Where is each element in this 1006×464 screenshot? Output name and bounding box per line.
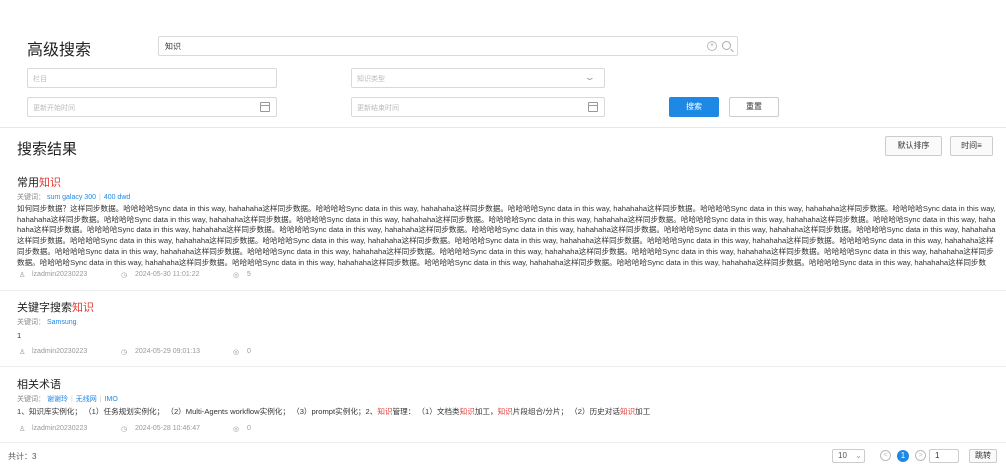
result-title[interactable]: 常用知识	[17, 174, 61, 190]
keyword-value: 知识	[165, 42, 181, 51]
snippet-text: 片段组合/分片； （2）历史对话	[512, 407, 620, 416]
eye-icon: ◎	[233, 272, 240, 279]
default-sort-button[interactable]: 默认排序	[885, 136, 942, 156]
clock-icon: ◷	[121, 272, 128, 279]
result-time: 2024-05-30 11:01:22	[135, 271, 200, 278]
user-icon: ♙	[19, 349, 26, 356]
result-title[interactable]: 关键字搜索知识	[17, 299, 94, 315]
snippet-text: 加工	[635, 407, 651, 416]
result-title-text: 相关术语	[17, 379, 61, 391]
eye-icon: ◎	[233, 349, 240, 356]
result-meta: ♙ lzadmin20230223 ◷ 2024-05-30 11:01:22 …	[19, 271, 419, 281]
result-meta: ♙ lzadmin20230223 ◷ 2024-05-28 10:46:47 …	[19, 425, 419, 435]
keyword-tag[interactable]: 400 dwd	[104, 194, 130, 201]
keyword-tag[interactable]: IMO	[105, 396, 118, 403]
result-keywords: 关键词： Samsung	[17, 317, 77, 327]
chevron-down-icon: ⌄	[855, 451, 862, 460]
snippet-text: 加工，	[474, 407, 498, 416]
snippet-highlight: 知识	[459, 407, 475, 416]
result-author: lzadmin20230223	[32, 348, 88, 355]
snippet-highlight: 知识	[377, 407, 393, 416]
result-author: lzadmin20230223	[32, 271, 88, 278]
search-icon[interactable]	[722, 41, 731, 50]
snippet-highlight: 知识	[497, 407, 513, 416]
result-views: 0	[247, 425, 251, 432]
keywords-label: 关键词：	[17, 396, 45, 403]
keyword-tag[interactable]: sum galacy 300	[47, 194, 96, 201]
result-time: 2024-05-28 10:46:47	[135, 425, 200, 432]
search-button[interactable]: 搜索	[669, 97, 719, 117]
page-size-value: 10	[838, 451, 847, 460]
user-icon: ♙	[19, 272, 26, 279]
current-page[interactable]: 1	[897, 450, 909, 462]
result-title-text: 常用	[17, 177, 39, 189]
keyword-tag[interactable]: Samsung	[47, 319, 77, 326]
divider	[0, 127, 1006, 128]
knowledge-type-select[interactable]: 知识类型 ⌄	[351, 68, 605, 88]
total-count: 共计：3	[8, 452, 37, 461]
clear-icon[interactable]: ×	[707, 41, 717, 51]
result-separator	[0, 290, 1006, 291]
time-sort-button[interactable]: 时间≡	[950, 136, 993, 156]
eye-icon: ◎	[233, 426, 240, 433]
clock-icon: ◷	[121, 426, 128, 433]
keyword-tag[interactable]: 无线网	[76, 396, 97, 403]
snippet-highlight: 知识	[619, 407, 636, 416]
result-title-text: 关键字搜索	[17, 302, 72, 314]
column-placeholder: 栏目	[33, 76, 47, 83]
start-time-placeholder: 更新开始时间	[33, 105, 75, 112]
column-field[interactable]: 栏目	[27, 68, 277, 88]
result-views: 5	[247, 271, 251, 278]
result-keywords: 关键词： sum galacy 300 | 400 dwd	[17, 194, 131, 201]
result-title-highlight: 知识	[39, 177, 61, 189]
prev-page-button[interactable]: <	[880, 450, 891, 461]
result-keywords: 关键词： 谢谢玲 | 无线网 | IMO	[17, 396, 118, 403]
knowledge-type-placeholder: 知识类型	[357, 76, 385, 83]
result-snippet: 如何同步数据？这样同步数据。哈哈哈哈Sync data in this way,…	[17, 204, 996, 267]
clock-icon: ◷	[121, 349, 128, 356]
snippet-text: 1、知识库实例化； （1）任务规划实例化； （2）Multi-Agents wo…	[17, 407, 378, 416]
result-time: 2024-05-29 09:01:13	[135, 348, 200, 355]
end-time-placeholder: 更新结束时间	[357, 105, 399, 112]
jump-button[interactable]: 跳转	[969, 449, 997, 463]
results-title: 搜索结果	[17, 141, 78, 158]
result-views: 0	[247, 348, 251, 355]
page-size-select[interactable]: 10 ⌄	[832, 449, 865, 463]
result-snippet: 1、知识库实例化； （1）任务规划实例化； （2）Multi-Agents wo…	[17, 407, 997, 418]
next-page-button[interactable]: >	[915, 450, 926, 461]
advanced-search-title: 高级搜索	[27, 42, 92, 59]
snippet-text: 管理： （1）文档类	[392, 407, 460, 416]
result-title[interactable]: 相关术语	[17, 376, 61, 392]
calendar-icon	[588, 102, 598, 112]
reset-button[interactable]: 重置	[729, 97, 779, 117]
keywords-label: 关键词：	[17, 194, 45, 201]
result-separator	[0, 366, 1006, 367]
end-time-field[interactable]: 更新结束时间	[351, 97, 605, 117]
start-time-field[interactable]: 更新开始时间	[27, 97, 277, 117]
user-icon: ♙	[19, 426, 26, 433]
calendar-icon	[260, 102, 270, 112]
keyword-tag[interactable]: 谢谢玲	[47, 396, 68, 403]
keyword-search-input[interactable]: 知识 ×	[158, 36, 738, 56]
result-separator	[0, 442, 1006, 443]
result-meta: ♙ lzadmin20230223 ◷ 2024-05-29 09:01:13 …	[19, 348, 419, 358]
result-author: lzadmin20230223	[32, 425, 88, 432]
keywords-label: 关键词：	[17, 319, 45, 326]
chevron-down-icon: ⌄	[584, 72, 597, 82]
result-title-highlight: 知识	[72, 302, 94, 314]
jump-page-input[interactable]: 1	[929, 449, 959, 463]
result-snippet: 1	[17, 331, 22, 340]
